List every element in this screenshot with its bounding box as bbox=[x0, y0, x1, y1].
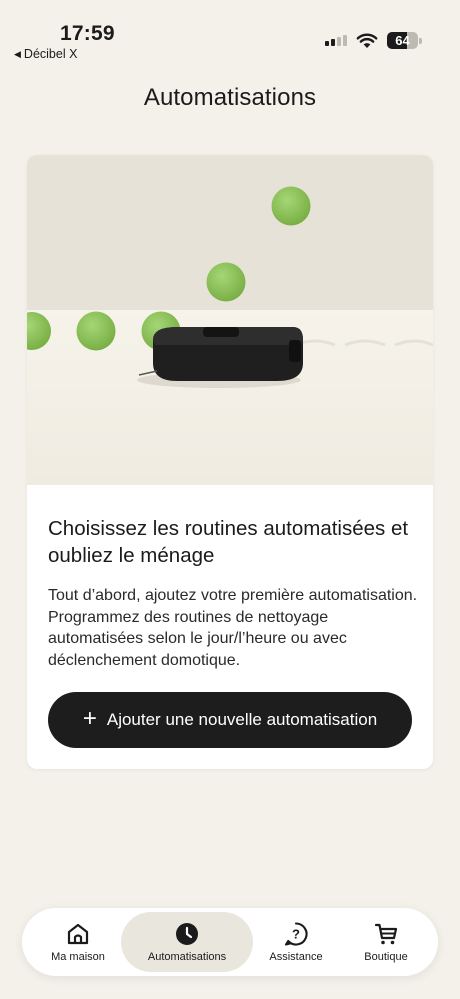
ball-4 bbox=[76, 311, 116, 351]
back-to-app-link[interactable]: ◀ Décibel X bbox=[14, 47, 77, 61]
card-description: Tout d’abord, ajoutez votre première aut… bbox=[48, 587, 418, 669]
cellular-signal-icon bbox=[325, 35, 347, 46]
page-title: Automatisations bbox=[143, 84, 317, 111]
nav-label-shop: Boutique bbox=[364, 951, 408, 963]
robot-vacuum-illustration bbox=[27, 155, 433, 485]
nav-label-home: Ma maison bbox=[51, 951, 105, 963]
status-indicators: 64 bbox=[325, 32, 422, 49]
bottom-nav: Ma maison Automatisations ? Assistance B… bbox=[22, 908, 438, 976]
back-app-label: Décibel X bbox=[23, 47, 78, 61]
svg-text:?: ? bbox=[292, 927, 300, 942]
ball-2 bbox=[206, 262, 246, 302]
nav-label-assistance: Assistance bbox=[269, 951, 323, 963]
ball-1 bbox=[271, 186, 311, 226]
nav-label-automations: Automatisations bbox=[147, 951, 227, 963]
battery-level: 64 bbox=[395, 33, 410, 48]
nav-item-home[interactable]: Ma maison bbox=[30, 912, 126, 972]
add-automation-label: Ajouter une nouvelle automatisation bbox=[106, 710, 378, 729]
nav-item-automations[interactable]: Automatisations bbox=[121, 912, 253, 972]
battery-icon: 64 bbox=[387, 32, 418, 49]
plus-icon: + bbox=[82, 705, 97, 732]
clock-icon bbox=[176, 923, 198, 945]
nav-item-shop[interactable]: Boutique bbox=[338, 912, 434, 972]
back-triangle-icon: ◀ bbox=[14, 48, 21, 59]
card-heading: Choisissez les routines automatisées et … bbox=[48, 517, 409, 567]
help-icon: ? bbox=[284, 922, 308, 946]
wifi-icon bbox=[356, 33, 378, 48]
home-icon bbox=[67, 923, 89, 945]
add-automation-button[interactable]: + Ajouter une nouvelle automatisation bbox=[48, 692, 412, 748]
automation-empty-card: Choisissez les routines automatisées et … bbox=[27, 155, 433, 769]
cart-icon bbox=[374, 923, 398, 945]
status-time: 17:59 bbox=[60, 22, 115, 45]
nav-item-assistance[interactable]: ? Assistance bbox=[248, 912, 344, 972]
